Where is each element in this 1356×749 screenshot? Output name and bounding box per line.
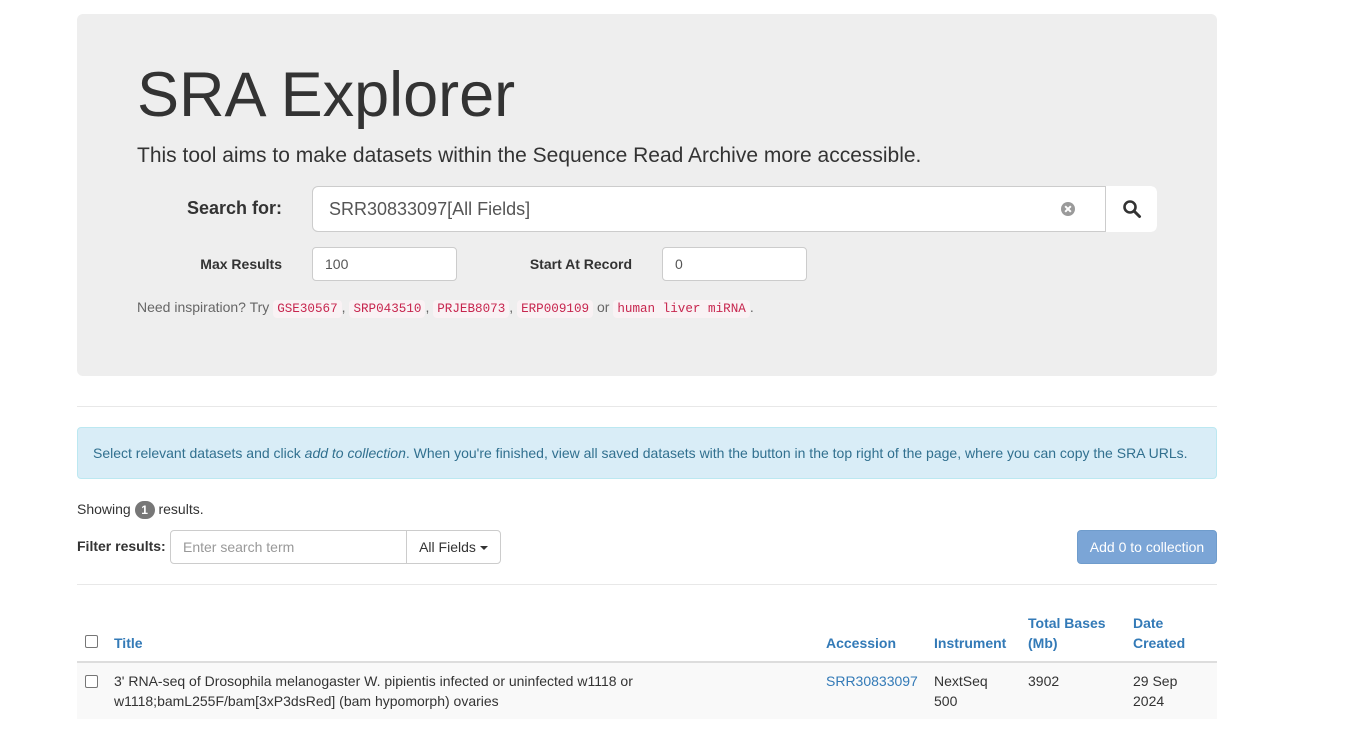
row-total-bases: 3902 — [1028, 673, 1060, 689]
select-all-checkbox[interactable] — [85, 635, 98, 648]
row-instrument: NextSeq 500 — [934, 673, 988, 709]
results-count: Showing 1 results. — [77, 501, 204, 520]
max-results-input[interactable] — [312, 247, 457, 281]
divider — [77, 584, 1217, 585]
row-accession-link[interactable]: SRR30833097 — [826, 671, 918, 691]
max-results-label: Max Results — [200, 256, 282, 272]
column-header-accession[interactable]: Accession — [826, 633, 896, 653]
divider — [77, 406, 1217, 407]
search-icon — [1123, 200, 1141, 218]
page-title: SRA Explorer — [137, 60, 516, 130]
search-button[interactable] — [1105, 186, 1157, 232]
start-record-input[interactable] — [662, 247, 807, 281]
example-link[interactable]: human liver miRNA — [613, 300, 750, 318]
count-badge: 1 — [134, 501, 155, 520]
example-link[interactable]: ERP009109 — [517, 300, 594, 318]
inspiration-text: Need inspiration? Try GSE30567, SRP04351… — [137, 299, 754, 318]
filter-label: Filter results: — [77, 538, 166, 554]
search-label: Search for: — [186, 198, 282, 218]
filter-field-dropdown[interactable]: All Fields — [406, 530, 501, 564]
search-input[interactable] — [313, 187, 1106, 231]
row-checkbox[interactable] — [85, 675, 98, 688]
column-header-total-bases[interactable]: Total Bases (Mb) — [1028, 613, 1106, 653]
filter-input[interactable] — [170, 530, 407, 564]
info-alert: Select relevant datasets and click add t… — [77, 427, 1217, 479]
inspiration-prefix: Need inspiration? Try — [137, 299, 270, 315]
column-header-instrument[interactable]: Instrument — [934, 633, 1006, 653]
start-record-label: Start At Record — [529, 256, 632, 272]
info-emphasis: add to collection — [304, 445, 406, 461]
add-to-collection-button[interactable]: Add 0 to collection — [1077, 530, 1217, 564]
column-header-date-created[interactable]: Date Created — [1133, 613, 1185, 653]
caret-down-icon — [479, 546, 488, 551]
search-box — [312, 186, 1157, 232]
row-date-created: 29 Sep 2024 — [1133, 673, 1178, 709]
column-header-title[interactable]: Title — [114, 633, 143, 653]
example-link[interactable]: PRJEB8073 — [433, 300, 510, 318]
example-link[interactable]: SRP043510 — [349, 300, 426, 318]
clear-search-icon[interactable] — [1061, 202, 1075, 216]
row-title: 3' RNA-seq of Drosophila melanogaster W.… — [114, 673, 633, 709]
example-link[interactable]: GSE30567 — [273, 300, 342, 318]
page-subtitle: This tool aims to make datasets within t… — [137, 144, 922, 167]
